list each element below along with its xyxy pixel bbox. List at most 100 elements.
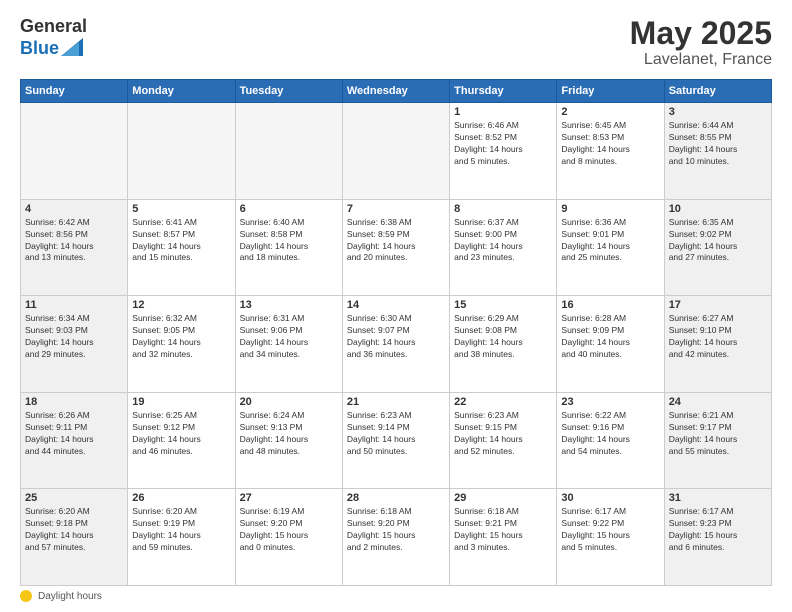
day-info: Sunrise: 6:45 AM Sunset: 8:53 PM Dayligh… — [561, 120, 659, 168]
day-number: 12 — [132, 299, 230, 311]
day-number: 1 — [454, 106, 552, 118]
day-info: Sunrise: 6:31 AM Sunset: 9:06 PM Dayligh… — [240, 313, 338, 361]
table-row: 31 Sunrise: 6:17 AM Sunset: 9:23 PM Dayli… — [664, 489, 771, 586]
col-wednesday: Wednesday — [342, 80, 449, 103]
day-info: Sunrise: 6:17 AM Sunset: 9:23 PM Dayligh… — [669, 506, 767, 554]
table-row: 12 Sunrise: 6:32 AM Sunset: 9:05 PM Dayli… — [128, 296, 235, 393]
day-number: 8 — [454, 203, 552, 215]
table-row: 16Sunrise: 6:28 AM Sunset: 9:09 PM Dayli… — [557, 296, 664, 393]
daylight-icon — [20, 590, 32, 602]
day-number: 31 — [669, 492, 767, 504]
day-number: 25 — [25, 492, 123, 504]
logo: General Blue — [20, 16, 87, 59]
logo-blue: Blue — [20, 38, 59, 60]
day-number: 30 — [561, 492, 659, 504]
day-info: Sunrise: 6:26 AM Sunset: 9:11 PM Dayligh… — [25, 410, 123, 458]
day-info: Sunrise: 6:20 AM Sunset: 9:19 PM Dayligh… — [132, 506, 230, 554]
table-row — [128, 103, 235, 200]
table-row: 28 Sunrise: 6:18 AM Sunset: 9:20 PM Dayli… — [342, 489, 449, 586]
day-info: Sunrise: 6:38 AM Sunset: 8:59 PM Dayligh… — [347, 217, 445, 265]
table-row: 3Sunrise: 6:44 AM Sunset: 8:55 PM Daylig… — [664, 103, 771, 200]
calendar-week-row: 18 Sunrise: 6:26 AM Sunset: 9:11 PM Dayli… — [21, 392, 772, 489]
table-row: 2Sunrise: 6:45 AM Sunset: 8:53 PM Daylig… — [557, 103, 664, 200]
footer: Daylight hours — [20, 590, 772, 602]
header: General Blue May 2025 Lavelanet, France — [20, 16, 772, 69]
col-tuesday: Tuesday — [235, 80, 342, 103]
day-number: 4 — [25, 203, 123, 215]
col-friday: Friday — [557, 80, 664, 103]
day-info: Sunrise: 6:29 AM Sunset: 9:08 PM Dayligh… — [454, 313, 552, 361]
table-row: 4 Sunrise: 6:42 AM Sunset: 8:56 PM Daylig… — [21, 199, 128, 296]
table-row: 24Sunrise: 6:21 AM Sunset: 9:17 PM Dayli… — [664, 392, 771, 489]
day-number: 6 — [240, 203, 338, 215]
day-number: 29 — [454, 492, 552, 504]
table-row: 8 Sunrise: 6:37 AM Sunset: 9:00 PM Daylig… — [450, 199, 557, 296]
day-number: 19 — [132, 396, 230, 408]
day-info: Sunrise: 6:23 AM Sunset: 9:15 PM Dayligh… — [454, 410, 552, 458]
day-info: Sunrise: 6:27 AM Sunset: 9:10 PM Dayligh… — [669, 313, 767, 361]
logo-general: General — [20, 16, 87, 38]
title-block: May 2025 Lavelanet, France — [630, 16, 772, 69]
day-info: Sunrise: 6:23 AM Sunset: 9:14 PM Dayligh… — [347, 410, 445, 458]
day-number: 27 — [240, 492, 338, 504]
calendar-table: Sunday Monday Tuesday Wednesday Thursday… — [20, 79, 772, 586]
table-row — [21, 103, 128, 200]
day-info: Sunrise: 6:34 AM Sunset: 9:03 PM Dayligh… — [25, 313, 123, 361]
table-row — [342, 103, 449, 200]
day-number: 28 — [347, 492, 445, 504]
calendar-week-row: 25 Sunrise: 6:20 AM Sunset: 9:18 PM Dayli… — [21, 489, 772, 586]
day-info: Sunrise: 6:30 AM Sunset: 9:07 PM Dayligh… — [347, 313, 445, 361]
day-info: Sunrise: 6:41 AM Sunset: 8:57 PM Dayligh… — [132, 217, 230, 265]
day-info: Sunrise: 6:36 AM Sunset: 9:01 PM Dayligh… — [561, 217, 659, 265]
table-row: 7Sunrise: 6:38 AM Sunset: 8:59 PM Daylig… — [342, 199, 449, 296]
table-row: 13Sunrise: 6:31 AM Sunset: 9:06 PM Dayli… — [235, 296, 342, 393]
day-info: Sunrise: 6:46 AM Sunset: 8:52 PM Dayligh… — [454, 120, 552, 168]
day-info: Sunrise: 6:24 AM Sunset: 9:13 PM Dayligh… — [240, 410, 338, 458]
day-number: 24 — [669, 396, 767, 408]
day-info: Sunrise: 6:37 AM Sunset: 9:00 PM Dayligh… — [454, 217, 552, 265]
calendar-week-row: 11Sunrise: 6:34 AM Sunset: 9:03 PM Dayli… — [21, 296, 772, 393]
table-row: 23Sunrise: 6:22 AM Sunset: 9:16 PM Dayli… — [557, 392, 664, 489]
table-row: 1 Sunrise: 6:46 AM Sunset: 8:52 PM Daylig… — [450, 103, 557, 200]
table-row: 25 Sunrise: 6:20 AM Sunset: 9:18 PM Dayli… — [21, 489, 128, 586]
col-saturday: Saturday — [664, 80, 771, 103]
day-info: Sunrise: 6:40 AM Sunset: 8:58 PM Dayligh… — [240, 217, 338, 265]
table-row: 29 Sunrise: 6:18 AM Sunset: 9:21 PM Dayli… — [450, 489, 557, 586]
day-number: 22 — [454, 396, 552, 408]
table-row: 27Sunrise: 6:19 AM Sunset: 9:20 PM Dayli… — [235, 489, 342, 586]
page: General Blue May 2025 Lavelanet, France … — [0, 0, 792, 612]
calendar-week-row: 4 Sunrise: 6:42 AM Sunset: 8:56 PM Daylig… — [21, 199, 772, 296]
day-info: Sunrise: 6:22 AM Sunset: 9:16 PM Dayligh… — [561, 410, 659, 458]
day-info: Sunrise: 6:32 AM Sunset: 9:05 PM Dayligh… — [132, 313, 230, 361]
daylight-label: Daylight hours — [38, 591, 102, 602]
table-row — [235, 103, 342, 200]
table-row: 17 Sunrise: 6:27 AM Sunset: 9:10 PM Dayli… — [664, 296, 771, 393]
day-number: 9 — [561, 203, 659, 215]
day-number: 5 — [132, 203, 230, 215]
table-row: 20Sunrise: 6:24 AM Sunset: 9:13 PM Dayli… — [235, 392, 342, 489]
table-row: 15Sunrise: 6:29 AM Sunset: 9:08 PM Dayli… — [450, 296, 557, 393]
day-number: 17 — [669, 299, 767, 311]
table-row: 11Sunrise: 6:34 AM Sunset: 9:03 PM Dayli… — [21, 296, 128, 393]
location-title: Lavelanet, France — [630, 51, 772, 69]
col-monday: Monday — [128, 80, 235, 103]
calendar-header-row: Sunday Monday Tuesday Wednesday Thursday… — [21, 80, 772, 103]
day-number: 16 — [561, 299, 659, 311]
table-row: 21 Sunrise: 6:23 AM Sunset: 9:14 PM Dayli… — [342, 392, 449, 489]
col-sunday: Sunday — [21, 80, 128, 103]
table-row: 5 Sunrise: 6:41 AM Sunset: 8:57 PM Daylig… — [128, 199, 235, 296]
day-info: Sunrise: 6:18 AM Sunset: 9:21 PM Dayligh… — [454, 506, 552, 554]
day-info: Sunrise: 6:20 AM Sunset: 9:18 PM Dayligh… — [25, 506, 123, 554]
day-number: 14 — [347, 299, 445, 311]
day-info: Sunrise: 6:25 AM Sunset: 9:12 PM Dayligh… — [132, 410, 230, 458]
table-row: 14 Sunrise: 6:30 AM Sunset: 9:07 PM Dayli… — [342, 296, 449, 393]
day-info: Sunrise: 6:18 AM Sunset: 9:20 PM Dayligh… — [347, 506, 445, 554]
table-row: 19 Sunrise: 6:25 AM Sunset: 9:12 PM Dayli… — [128, 392, 235, 489]
day-info: Sunrise: 6:44 AM Sunset: 8:55 PM Dayligh… — [669, 120, 767, 168]
day-info: Sunrise: 6:17 AM Sunset: 9:22 PM Dayligh… — [561, 506, 659, 554]
day-number: 18 — [25, 396, 123, 408]
table-row: 26Sunrise: 6:20 AM Sunset: 9:19 PM Dayli… — [128, 489, 235, 586]
day-number: 21 — [347, 396, 445, 408]
table-row: 18 Sunrise: 6:26 AM Sunset: 9:11 PM Dayli… — [21, 392, 128, 489]
day-info: Sunrise: 6:42 AM Sunset: 8:56 PM Dayligh… — [25, 217, 123, 265]
